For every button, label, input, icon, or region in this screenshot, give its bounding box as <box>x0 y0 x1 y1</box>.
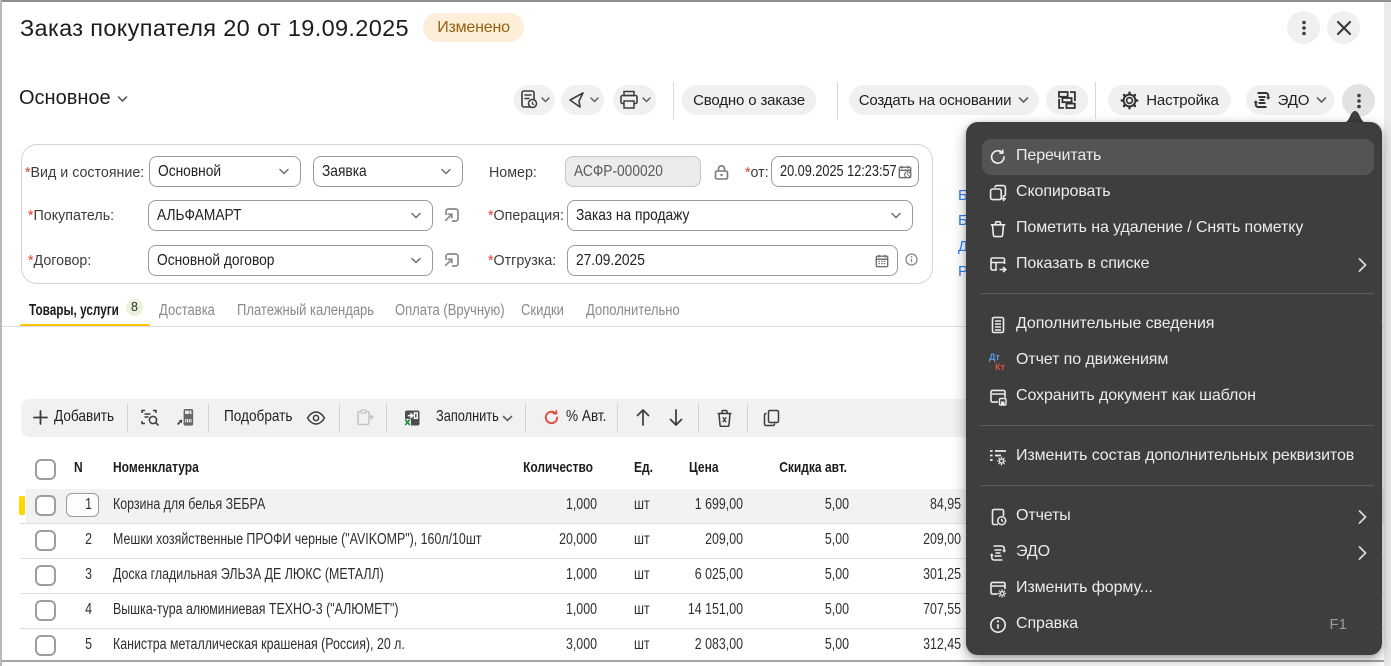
svg-text:Дт: Дт <box>989 352 1000 362</box>
svg-text:Кт: Кт <box>995 362 1005 371</box>
